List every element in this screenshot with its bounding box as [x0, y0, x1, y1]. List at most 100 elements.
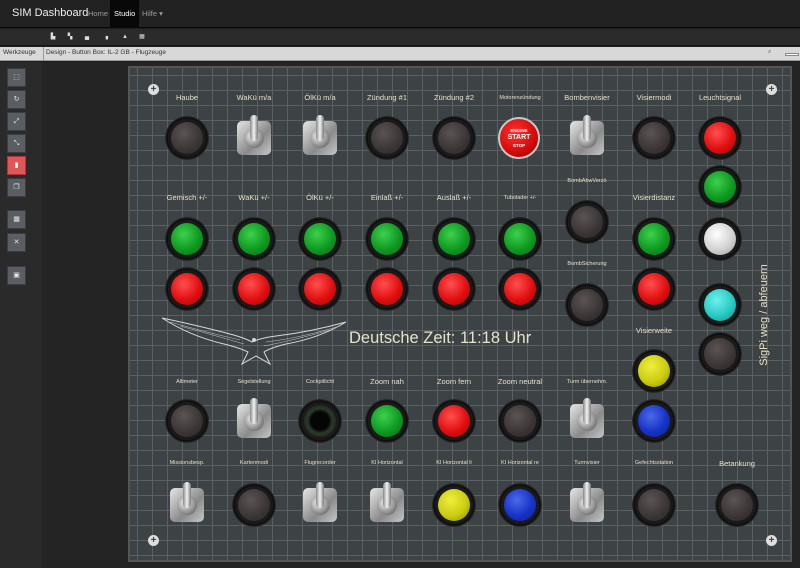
button-cap	[704, 122, 736, 154]
toggle-segelstellung[interactable]	[232, 396, 276, 446]
button-tubolader-plus[interactable]	[498, 217, 542, 261]
button-betankung[interactable]	[715, 483, 759, 527]
toggle-bombenvisier[interactable]	[565, 113, 609, 163]
toggle-flugrecorder[interactable]	[298, 480, 342, 530]
align-bottom-icon[interactable]: ▄	[83, 33, 91, 41]
button-visierweite-plus[interactable]	[632, 349, 676, 393]
label-missionsbesp: Missionsbesp.	[169, 460, 205, 466]
label-waku-ma: WaKü m/a	[236, 93, 272, 102]
expand-icon[interactable]: ⤢	[7, 112, 26, 131]
design-title: Design - Button Box: IL-2 GB - Flugzeuge	[46, 49, 166, 56]
button-zundung-2[interactable]	[432, 116, 476, 160]
grid-icon[interactable]: ▦	[7, 210, 26, 229]
button-zundung-1[interactable]	[365, 116, 409, 160]
label-olku-ma: ÖlKü m/a	[304, 93, 336, 102]
button-cap	[304, 223, 336, 255]
engine-start-stop-button[interactable]: ENGINE START STOP	[498, 117, 540, 159]
toggle-turm-ubernehm[interactable]	[565, 396, 609, 446]
toggle-olku-ma[interactable]	[298, 113, 342, 163]
lock-icon[interactable]: ▲	[121, 33, 129, 41]
button-visierdistanz-plus[interactable]	[632, 217, 676, 261]
button-visierdistanz-minus[interactable]	[632, 267, 676, 311]
toolbar: ▙ ▚ ▄ ▖ ▲ ▦	[0, 29, 800, 46]
corner-plus-icon[interactable]: +	[766, 535, 777, 546]
button-cap	[304, 273, 336, 305]
button-cap	[721, 489, 753, 521]
button-cap	[504, 489, 536, 521]
button-leuchtsignal-green[interactable]	[698, 165, 742, 209]
button-auslass-minus[interactable]	[432, 267, 476, 311]
button-leuchtsignal-red[interactable]	[698, 116, 742, 160]
button-visierweite-minus[interactable]	[632, 399, 676, 443]
button-cap	[238, 489, 270, 521]
button-haube[interactable]	[165, 116, 209, 160]
button-cap	[304, 405, 336, 437]
button-zoom-nah[interactable]	[365, 399, 409, 443]
button-kartenmodi[interactable]	[232, 483, 276, 527]
toggle-turmvisier[interactable]	[565, 480, 609, 530]
button-altimeter[interactable]	[165, 399, 209, 443]
label-auslass: Auslaß +/-	[436, 193, 472, 202]
button-tubolader-minus[interactable]	[498, 267, 542, 311]
grid-icon[interactable]: ▦	[138, 33, 146, 41]
button-gemisch-minus[interactable]	[165, 267, 209, 311]
button-waku-plus[interactable]	[232, 217, 276, 261]
button-gemisch-plus[interactable]	[165, 217, 209, 261]
button-bombabwverzo[interactable]	[565, 200, 609, 244]
button-waku-minus[interactable]	[232, 267, 276, 311]
toggle-ki-horizontal[interactable]	[365, 480, 409, 530]
label-ki-horizontal-li: KI Horizontal li	[436, 460, 472, 466]
button-ki-horizontal-li[interactable]	[432, 483, 476, 527]
button-ki-horizontal-re[interactable]	[498, 483, 542, 527]
button-leuchtsignal-white[interactable]	[698, 217, 742, 261]
button-cap	[704, 171, 736, 203]
image-icon[interactable]: ▣	[7, 266, 26, 285]
corner-plus-icon[interactable]: +	[766, 84, 777, 95]
button-sigpi-teal[interactable]	[698, 283, 742, 327]
nav-help-dropdown[interactable]: Hilfe ▾	[138, 0, 167, 27]
button-sigpi-gray[interactable]	[698, 332, 742, 376]
button-cap	[638, 273, 670, 305]
toggle-waku-ma[interactable]	[232, 113, 276, 163]
button-cap	[438, 405, 470, 437]
align-left-icon[interactable]: ▙	[49, 33, 57, 41]
align-center-icon[interactable]: ▚	[66, 33, 74, 41]
button-bombsicherung[interactable]	[565, 283, 609, 327]
button-zoom-neutral[interactable]	[498, 399, 542, 443]
start-label: START	[507, 134, 531, 141]
label-waku-pm: WaKü +/-	[238, 193, 270, 202]
button-cap	[504, 273, 536, 305]
close-icon[interactable]: ✕	[7, 233, 26, 252]
button-cap	[638, 489, 670, 521]
button-olku-minus[interactable]	[298, 267, 342, 311]
button-cap	[238, 273, 270, 305]
button-cap	[438, 122, 470, 154]
label-turm-ubernehm: Turm übernehm.	[566, 379, 608, 385]
nav-home[interactable]: Home	[84, 0, 112, 27]
button-cap	[638, 122, 670, 154]
label-gemisch: Gemisch +/-	[166, 193, 208, 202]
button-einlass-plus[interactable]	[365, 217, 409, 261]
corner-plus-icon[interactable]: +	[148, 535, 159, 546]
label-ki-horizontal-re: KI Horizontal re	[501, 460, 539, 466]
resize-icon[interactable]: ⬚	[7, 68, 26, 87]
shrink-icon[interactable]: ⤡	[7, 134, 26, 153]
nav-studio[interactable]: Studio	[110, 0, 140, 27]
button-olku-plus[interactable]	[298, 217, 342, 261]
button-cockpitlicht[interactable]	[298, 399, 342, 443]
delete-icon[interactable]: ▮	[7, 156, 26, 175]
rotate-icon[interactable]: ↻	[7, 90, 26, 109]
app-brand[interactable]: SIM Dashboard	[12, 7, 88, 19]
toggle-missionsbesp[interactable]	[165, 480, 209, 530]
copy-icon[interactable]: ❐	[7, 178, 26, 197]
button-visiermodi[interactable]	[632, 116, 676, 160]
label-tubolader: Tubolader +/-	[503, 195, 537, 201]
stop-label: STOP	[512, 143, 526, 148]
button-auslass-plus[interactable]	[432, 217, 476, 261]
zoom-slider[interactable]	[785, 53, 799, 56]
button-einlass-minus[interactable]	[365, 267, 409, 311]
button-zoom-fern[interactable]	[432, 399, 476, 443]
button-gefechtsstation[interactable]	[632, 483, 676, 527]
button-cap	[171, 122, 203, 154]
distribute-icon[interactable]: ▖	[104, 33, 112, 41]
